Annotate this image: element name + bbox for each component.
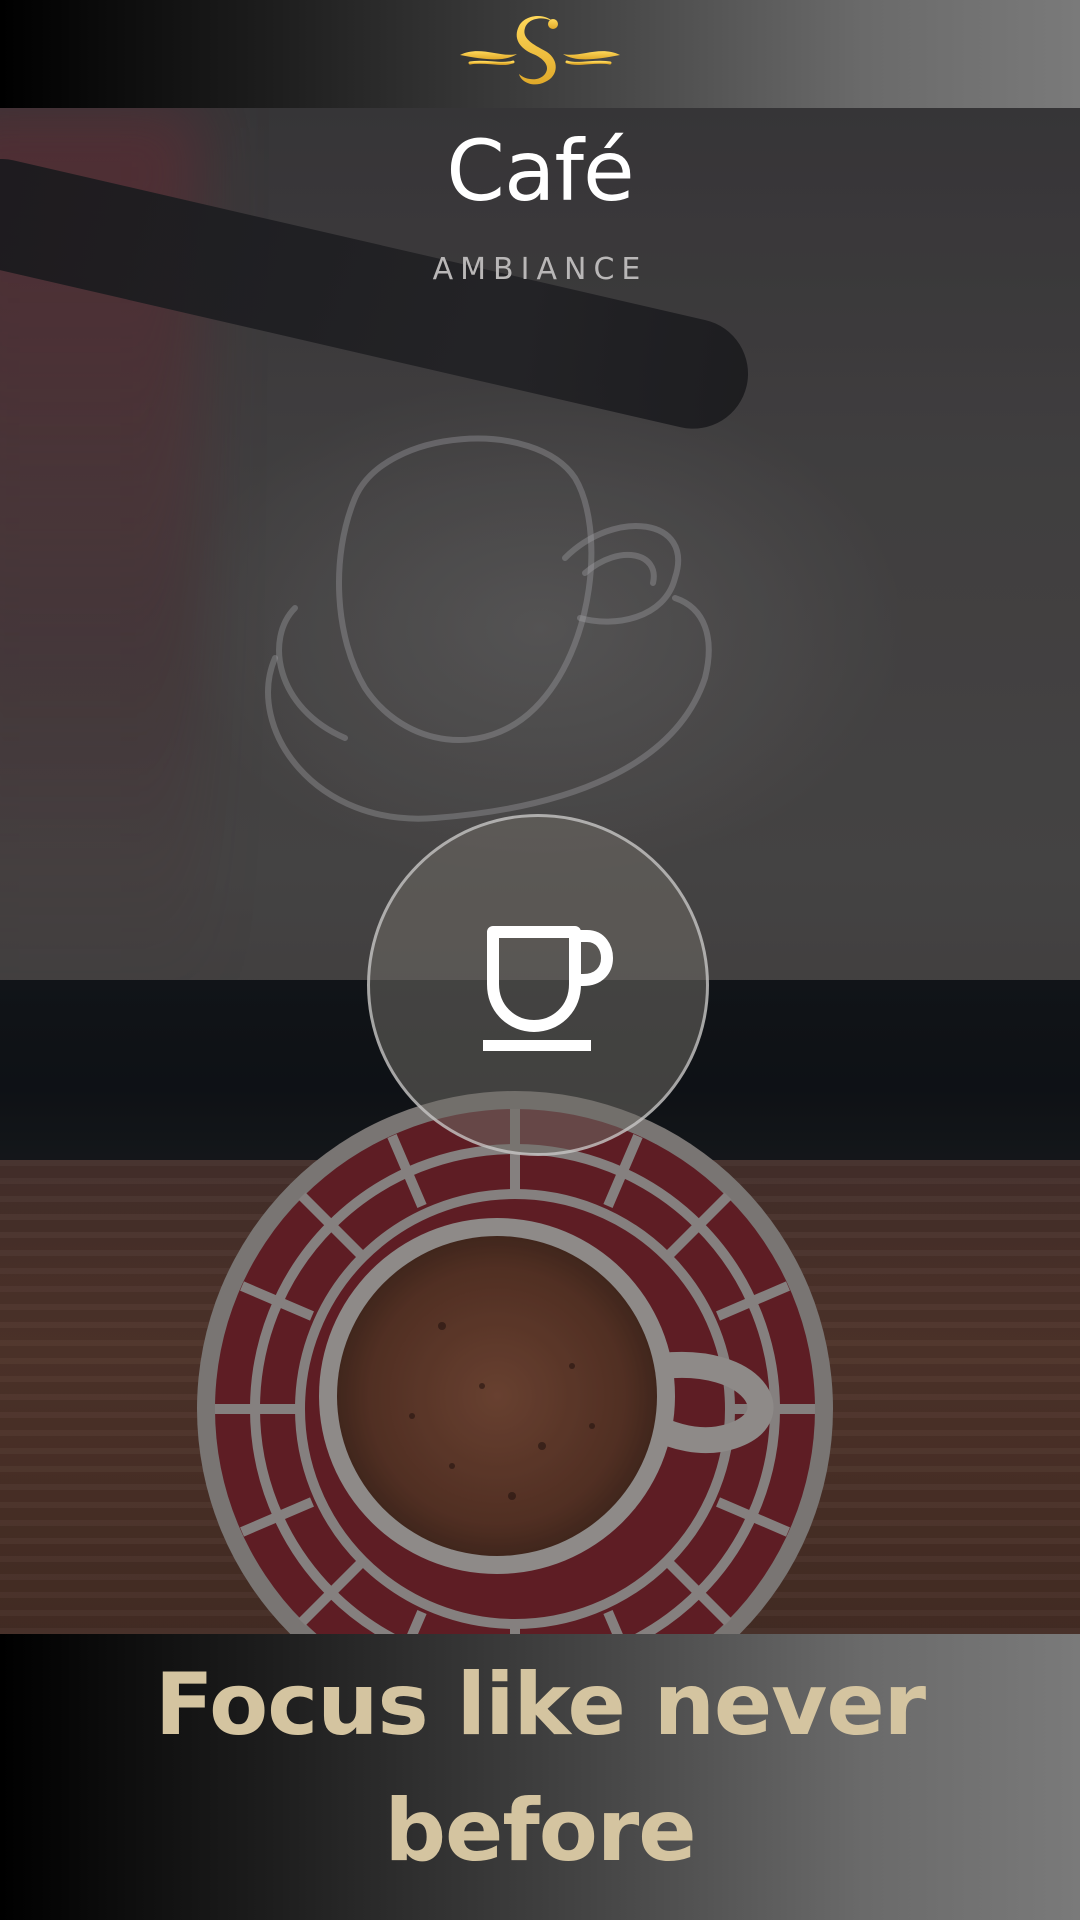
- ambiance-play-button[interactable]: [367, 814, 709, 1156]
- bottom-banner: Focus like never before: [0, 1634, 1080, 1920]
- page-title: Café: [446, 122, 634, 220]
- swan-s-logo-icon: [460, 15, 620, 85]
- coffee-cup-icon: [483, 926, 613, 1051]
- screen: Café AMBIANCE Focus like never before: [0, 0, 1080, 1920]
- page-subtitle: AMBIANCE: [432, 252, 648, 287]
- top-bar: [0, 0, 1080, 108]
- tagline: Focus like never before: [154, 1655, 926, 1881]
